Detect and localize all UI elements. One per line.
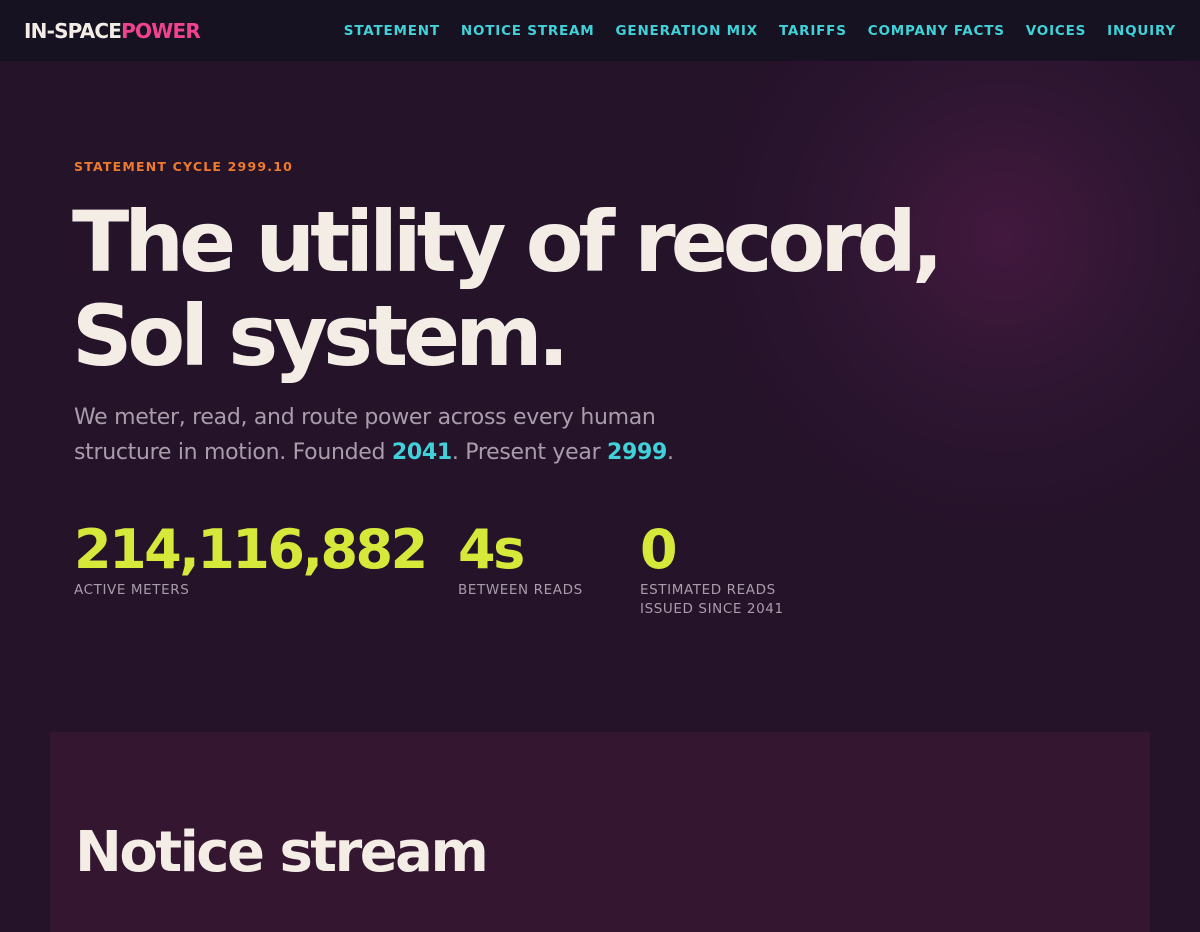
main-nav: STATEMENT NOTICE STREAM GENERATION MIX T… xyxy=(323,23,1176,39)
founded-year: 2041 xyxy=(391,440,452,465)
stat-estimated-reads: 0 ESTIMATED READS ISSUED SINCE 2041 xyxy=(640,520,784,619)
stat-label: ESTIMATED READS ISSUED SINCE 2041 xyxy=(640,581,784,619)
hero-description: We meter, read, and route power across e… xyxy=(74,400,734,470)
nav-link-inquiry[interactable]: INQUIRY xyxy=(1107,23,1176,39)
stat-value: 0 xyxy=(640,518,678,581)
nav-link-notice-stream[interactable]: NOTICE STREAM xyxy=(461,23,595,39)
stat-between-reads: 4s BETWEEN READS xyxy=(458,520,583,600)
statement-cycle-eyebrow: STATEMENT CYCLE 2999.10 xyxy=(74,159,293,174)
notice-stream-title: Notice stream xyxy=(75,820,489,885)
hero-headline: The utility of record, Sol system. xyxy=(72,195,1072,383)
stat-value: 4s xyxy=(458,518,525,581)
top-navigation-bar: IN-SPACEPOWER STATEMENT NOTICE STREAM GE… xyxy=(0,0,1200,61)
headline-line-2: Sol system. xyxy=(72,287,570,385)
notice-stream-section: Notice stream xyxy=(50,732,1150,932)
lede-text-2: . Present year xyxy=(451,440,608,465)
stat-label: ACTIVE METERS xyxy=(74,582,190,598)
lede-text-3: . xyxy=(667,440,674,465)
nav-link-statement[interactable]: STATEMENT xyxy=(344,23,440,39)
nav-link-voices[interactable]: VOICES xyxy=(1026,23,1086,39)
nav-link-company-facts[interactable]: COMPANY FACTS xyxy=(868,23,1005,39)
nav-link-generation-mix[interactable]: GENERATION MIX xyxy=(616,23,758,39)
stat-label-line-1: ESTIMATED READS xyxy=(640,582,776,598)
stat-label-line-2: ISSUED SINCE 2041 xyxy=(640,601,784,617)
headline-line-1: The utility of record, xyxy=(72,193,944,291)
logo-text-in-space: IN-SPACE xyxy=(24,18,122,43)
stat-label: BETWEEN READS xyxy=(458,582,583,598)
stat-value: 214,116,882 xyxy=(74,518,428,581)
site-logo[interactable]: IN-SPACEPOWER xyxy=(24,18,201,43)
stat-active-meters: 214,116,882 ACTIVE METERS xyxy=(74,518,428,600)
nav-link-tariffs[interactable]: TARIFFS xyxy=(779,23,847,39)
present-year: 2999 xyxy=(607,440,668,465)
logo-text-power: POWER xyxy=(121,18,201,43)
